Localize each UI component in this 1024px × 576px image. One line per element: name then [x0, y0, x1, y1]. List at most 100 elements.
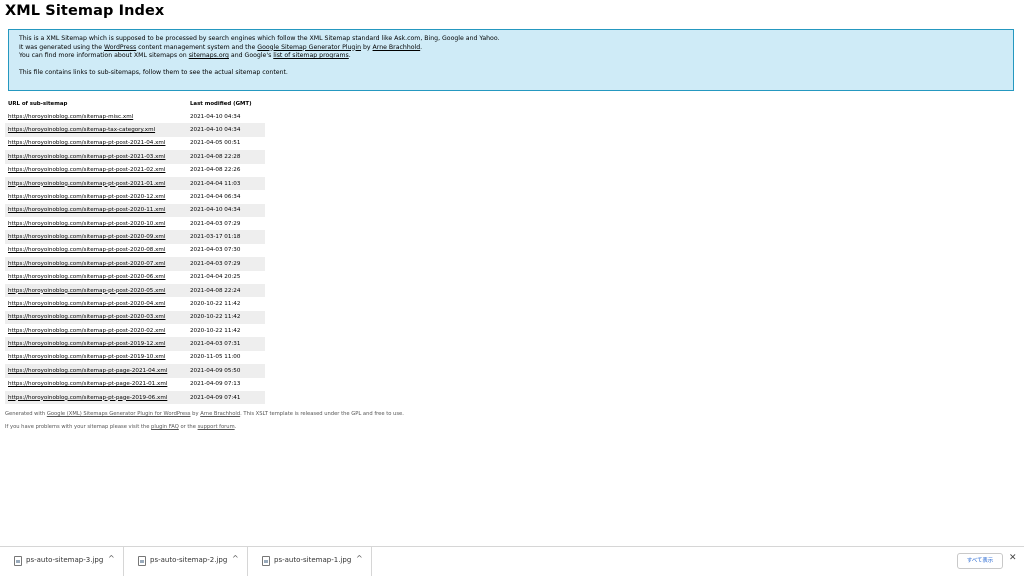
table-row: https://horoyoinoblog.com/sitemap-pt-pag…	[5, 364, 265, 378]
table-row: https://horoyoinoblog.com/sitemap-misc.x…	[5, 110, 265, 123]
table-row: https://horoyoinoblog.com/sitemap-pt-pos…	[5, 271, 265, 284]
last-modified-cell: 2021-04-04 20:25	[190, 274, 241, 281]
last-modified-cell: 2021-04-10 04:34	[183, 123, 265, 137]
download-item[interactable]: ps-auto-sitemap-1.jpg ^	[248, 547, 372, 576]
sub-sitemap-link[interactable]: https://horoyoinoblog.com/sitemap-pt-pos…	[8, 194, 165, 200]
sub-sitemap-link[interactable]: https://horoyoinoblog.com/sitemap-pt-pos…	[8, 301, 165, 307]
url-column-header: URL of sub-sitemap	[8, 101, 68, 107]
sitemap-programs-link[interactable]: list of sitemap programs	[273, 52, 349, 59]
sub-sitemap-link[interactable]: https://horoyoinoblog.com/sitemap-pt-pos…	[8, 247, 165, 253]
sub-sitemap-link[interactable]: https://horoyoinoblog.com/sitemap-pt-pos…	[8, 261, 165, 267]
table-row: https://horoyoinoblog.com/sitemap-pt-pos…	[5, 176, 265, 191]
url-cell: https://horoyoinoblog.com/sitemap-pt-pag…	[5, 390, 183, 405]
table-row: https://horoyoinoblog.com/sitemap-pt-pos…	[5, 324, 265, 337]
intro-text: It was generated using the	[19, 43, 104, 51]
footer-author-link[interactable]: Arne Brachhold	[200, 411, 240, 417]
sitemaps-org-link[interactable]: sitemaps.org	[189, 52, 229, 59]
sub-sitemap-link[interactable]: https://horoyoinoblog.com/sitemap-pt-pos…	[8, 328, 165, 334]
intro-line-3: You can find more information about XML …	[19, 52, 1013, 61]
intro-line-4: This file contains links to sub-sitemaps…	[19, 69, 288, 76]
support-forum-link[interactable]: support forum	[198, 424, 235, 430]
table-row: https://horoyoinoblog.com/sitemap-pt-pos…	[5, 164, 265, 177]
sitemap-page: XML Sitemap Index This is a XML Sitemap …	[0, 0, 1024, 576]
close-icon[interactable]: ✕	[1009, 553, 1017, 563]
wordpress-link[interactable]: WordPress	[104, 44, 136, 51]
url-cell: https://horoyoinoblog.com/sitemap-tax-ca…	[5, 123, 183, 137]
last-modified-cell: 2021-04-09 07:41	[183, 390, 265, 405]
last-modified-cell: 2021-04-10 04:34	[183, 203, 265, 217]
sub-sitemap-link[interactable]: https://horoyoinoblog.com/sitemap-pt-pos…	[8, 181, 165, 187]
modified-column-header: Last modified (GMT)	[190, 101, 252, 107]
intro-line-1: This is a XML Sitemap which is supposed …	[19, 35, 500, 42]
download-item[interactable]: ps-auto-sitemap-2.jpg ^	[124, 547, 248, 576]
chevron-up-icon[interactable]: ^	[356, 554, 363, 563]
show-all-button[interactable]: すべて表示	[957, 553, 1003, 569]
last-modified-cell: 2021-04-03 07:29	[183, 257, 265, 271]
sub-sitemap-link[interactable]: https://horoyoinoblog.com/sitemap-pt-pag…	[8, 395, 167, 401]
sub-sitemap-link[interactable]: https://horoyoinoblog.com/sitemap-pt-pos…	[8, 288, 165, 294]
last-modified-cell: 2021-04-09 05:50	[183, 364, 265, 378]
intro-text: and Google's	[228, 52, 274, 59]
url-cell: https://horoyoinoblog.com/sitemap-pt-pos…	[5, 164, 183, 177]
sub-sitemap-link[interactable]: https://horoyoinoblog.com/sitemap-pt-pos…	[8, 274, 165, 280]
sub-sitemap-link[interactable]: https://horoyoinoblog.com/sitemap-pt-pos…	[8, 154, 165, 160]
sub-sitemap-link[interactable]: https://horoyoinoblog.com/sitemap-pt-pos…	[8, 140, 165, 146]
sub-sitemap-link[interactable]: https://horoyoinoblog.com/sitemap-pt-pos…	[8, 221, 165, 227]
url-cell: https://horoyoinoblog.com/sitemap-pt-pos…	[5, 271, 183, 284]
intro-text: by	[361, 43, 373, 51]
last-modified-cell: 2021-04-03 07:29	[190, 220, 241, 227]
last-modified-cell: 2021-03-17 01:18	[183, 230, 265, 244]
last-modified-cell: 2021-04-10 04:34	[190, 113, 241, 120]
chevron-up-icon[interactable]: ^	[108, 554, 115, 563]
url-cell: https://horoyoinoblog.com/sitemap-pt-pos…	[5, 310, 183, 324]
url-cell: https://horoyoinoblog.com/sitemap-pt-pos…	[5, 337, 183, 351]
last-modified-cell: 2021-04-03 07:31	[183, 337, 265, 351]
sub-sitemap-link[interactable]: https://horoyoinoblog.com/sitemap-pt-pos…	[8, 234, 165, 240]
table-row: https://horoyoinoblog.com/sitemap-pt-pos…	[5, 283, 265, 298]
url-cell: https://horoyoinoblog.com/sitemap-pt-pos…	[5, 324, 183, 337]
arne-brachhold-link[interactable]: Arne Brachhold	[373, 44, 421, 51]
intro-text: .	[420, 43, 423, 51]
table-row: https://horoyoinoblog.com/sitemap-pt-pos…	[5, 310, 265, 324]
sub-sitemap-link[interactable]: https://horoyoinoblog.com/sitemap-tax-ca…	[8, 127, 155, 133]
last-modified-cell: 2020-10-22 11:42	[190, 300, 241, 307]
table-header-row: URL of sub-sitemap Last modified (GMT)	[5, 98, 265, 110]
footer-help: If you have problems with your sitemap p…	[5, 424, 236, 430]
sitemap-table: URL of sub-sitemap Last modified (GMT) h…	[5, 98, 265, 405]
table-row: https://horoyoinoblog.com/sitemap-pt-pos…	[5, 190, 265, 203]
download-item[interactable]: ps-auto-sitemap-3.jpg ^	[0, 547, 124, 576]
table-row: https://horoyoinoblog.com/sitemap-pt-pag…	[5, 378, 265, 391]
intro-text: .	[348, 52, 351, 59]
sub-sitemap-link[interactable]: https://horoyoinoblog.com/sitemap-pt-pos…	[8, 314, 165, 320]
url-cell: https://horoyoinoblog.com/sitemap-pt-pos…	[5, 297, 183, 310]
intro-text: You can find more information about XML …	[19, 52, 189, 59]
last-modified-cell: 2020-10-22 11:42	[190, 327, 241, 334]
url-cell: https://horoyoinoblog.com/sitemap-pt-pos…	[5, 137, 183, 150]
last-modified-cell: 2020-11-05 11:00	[190, 354, 241, 361]
url-cell: https://horoyoinoblog.com/sitemap-pt-pos…	[5, 257, 183, 271]
sub-sitemap-link[interactable]: https://horoyoinoblog.com/sitemap-pt-pag…	[8, 368, 167, 374]
sub-sitemap-link[interactable]: https://horoyoinoblog.com/sitemap-pt-pos…	[8, 354, 165, 360]
footer-text: by	[190, 411, 201, 417]
last-modified-cell: 2021-04-08 22:24	[183, 283, 265, 298]
last-modified-cell: 2020-10-22 11:42	[183, 310, 265, 324]
sub-sitemap-link[interactable]: https://horoyoinoblog.com/sitemap-pt-pag…	[8, 381, 167, 387]
last-modified-cell: 2021-04-04 11:03	[183, 176, 265, 191]
chevron-up-icon[interactable]: ^	[232, 554, 239, 563]
footer-text: .	[234, 424, 237, 430]
intro-box: This is a XML Sitemap which is supposed …	[8, 29, 1014, 91]
table-row: https://horoyoinoblog.com/sitemap-pt-pos…	[5, 150, 265, 164]
generator-plugin-link[interactable]: Google (XML) Sitemaps Generator Plugin f…	[47, 411, 191, 417]
sitemap-generator-plugin-link[interactable]: Google Sitemap Generator Plugin	[257, 44, 361, 51]
footer-text: or the	[178, 424, 198, 430]
sub-sitemap-link[interactable]: https://horoyoinoblog.com/sitemap-pt-pos…	[8, 341, 165, 347]
url-cell: https://horoyoinoblog.com/sitemap-pt-pos…	[5, 283, 183, 298]
download-filename: ps-auto-sitemap-2.jpg	[150, 556, 228, 564]
url-cell: https://horoyoinoblog.com/sitemap-pt-pos…	[5, 150, 183, 164]
sub-sitemap-link[interactable]: https://horoyoinoblog.com/sitemap-pt-pos…	[8, 167, 165, 173]
sub-sitemap-link[interactable]: https://horoyoinoblog.com/sitemap-misc.x…	[8, 114, 133, 120]
sub-sitemap-link[interactable]: https://horoyoinoblog.com/sitemap-pt-pos…	[8, 207, 165, 213]
last-modified-cell: 2021-04-05 00:51	[190, 140, 241, 147]
plugin-faq-link[interactable]: plugin FAQ	[151, 424, 179, 430]
last-modified-cell: 2021-04-03 07:30	[190, 247, 241, 254]
